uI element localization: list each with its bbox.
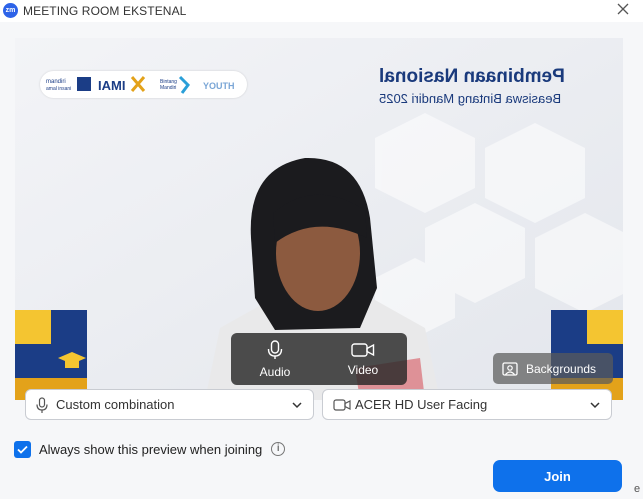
video-camera-icon [333,399,351,411]
sponsor-logos-graphic: mandiri amal insani IAMI Bintang Mandiri… [46,75,235,94]
info-icon[interactable]: i [271,442,286,456]
svg-text:amal insani: amal insani [46,86,71,92]
always-show-preview-checkbox[interactable] [14,440,31,458]
title-bar: zm MEETING ROOM EKSTENAL [0,0,643,22]
chevron-down-icon [292,402,302,409]
preview-dialog: mandiri amal insani IAMI Bintang Mandiri… [0,22,643,499]
join-button[interactable]: Join [493,460,622,492]
checkmark-icon [17,445,28,454]
sponsor-logos: mandiri amal insani IAMI Bintang Mandiri… [40,71,247,98]
close-icon-glyph [617,3,629,15]
svg-text:mandiri: mandiri [46,79,66,85]
video-camera-icon [351,342,375,357]
video-label: Video [347,362,379,377]
audio-toggle-button[interactable]: Audio [231,333,319,385]
preview-controls: Audio Video [231,333,407,385]
svg-text:Mandiri: Mandiri [160,85,176,91]
video-toggle-button[interactable]: Video [319,333,407,385]
background-image-icon [502,361,518,376]
banner-subtitle: Beasiswa Bintang Mandiri 2025 [379,91,562,106]
svg-text:IAMI: IAMI [98,78,125,93]
video-device-select[interactable]: ACER HD User Facing [322,389,612,420]
microphone-icon [36,397,48,413]
video-preview: mandiri amal insani IAMI Bintang Mandiri… [15,38,623,400]
microphone-icon [267,339,283,359]
svg-text:YOUTH: YOUTH [203,81,235,91]
app-icon-text: zm [5,7,16,14]
left-decor-tiles [15,310,87,400]
chevron-down-icon [590,402,600,409]
audio-device-select[interactable]: Custom combination [25,389,314,420]
always-show-preview-option: Always show this preview when joining i [14,440,286,458]
always-show-preview-label: Always show this preview when joining [39,441,263,457]
edge-text: e [634,483,641,495]
banner-title: Pembinaan Nasional [379,66,565,87]
backgrounds-button[interactable]: Backgrounds [493,353,613,384]
close-icon[interactable] [615,2,631,18]
zoom-app-icon: zm [3,3,18,18]
video-device-value: ACER HD User Facing [355,397,488,412]
audio-device-value: Custom combination [56,397,175,412]
window-title: MEETING ROOM EKSTENAL [23,4,187,18]
backgrounds-label: Backgrounds [526,361,597,376]
audio-label: Audio [259,364,291,379]
